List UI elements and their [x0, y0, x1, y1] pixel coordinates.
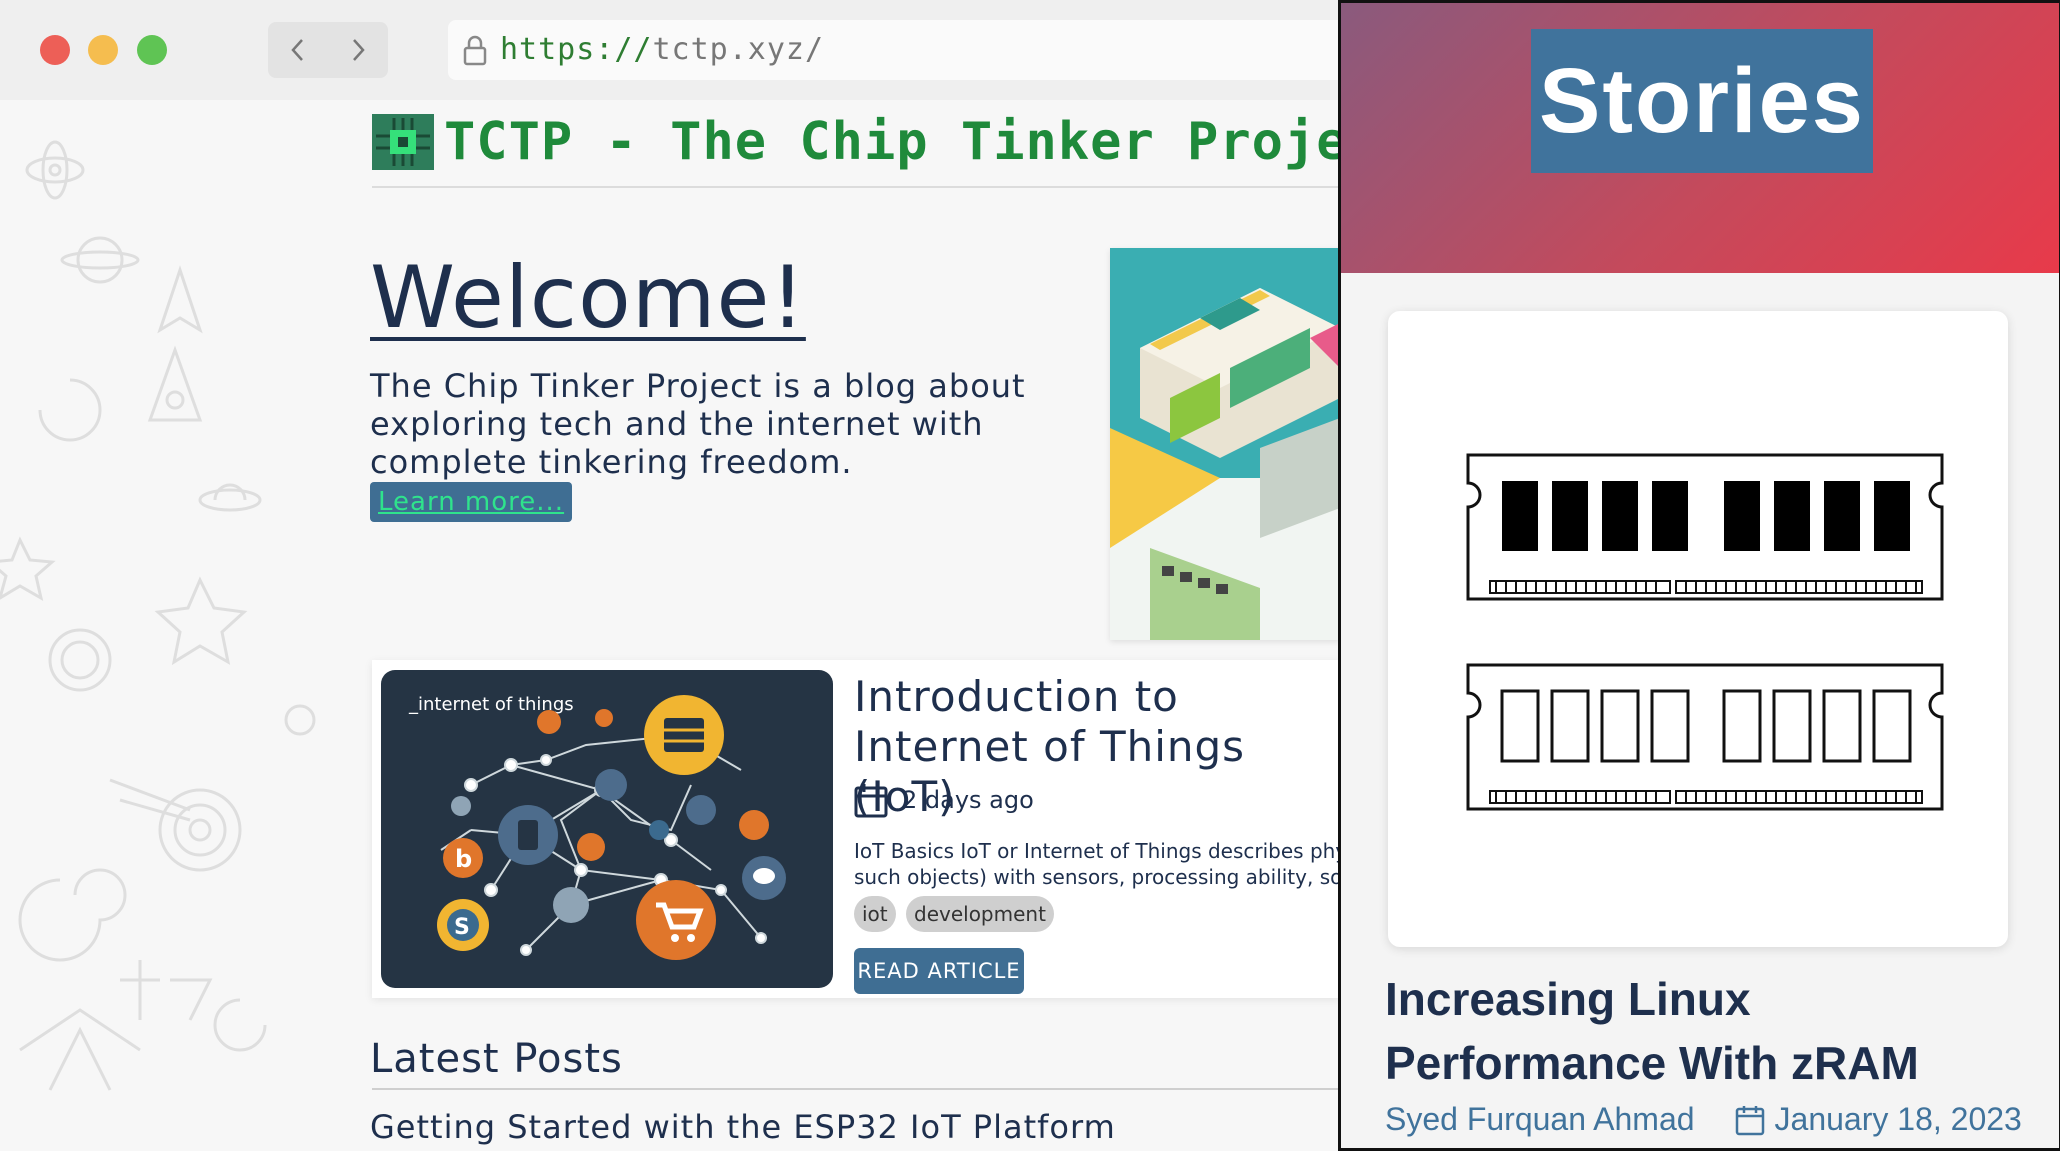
- url-text: https://tctp.xyz/: [500, 32, 824, 67]
- article-date-text: 2 days ago: [902, 786, 1034, 814]
- site-title[interactable]: TCTP - The Chip Tinker Project: [372, 112, 1413, 172]
- read-article-button[interactable]: READ ARTICLE: [854, 948, 1024, 994]
- back-button[interactable]: [268, 22, 328, 78]
- hero-description: The Chip Tinker Project is a blog about …: [370, 367, 1026, 481]
- doodle-background: [0, 100, 360, 1149]
- site-title-text: TCTP - The Chip Tinker Project: [444, 112, 1414, 172]
- story-title[interactable]: Increasing Linux Performance With zRAM: [1385, 967, 2025, 1095]
- url-scheme: https://: [500, 32, 653, 67]
- hero-image: [1110, 248, 1340, 640]
- forward-button[interactable]: [328, 22, 388, 78]
- story-meta: Syed Furquan Ahmad January 18, 2023: [1385, 1101, 2035, 1138]
- article-excerpt-line: such objects) with sensors, processing a…: [854, 865, 1340, 889]
- chevron-right-icon: [353, 39, 365, 61]
- article-date: 2 days ago: [854, 782, 1034, 818]
- story-date-text: January 18, 2023: [1774, 1101, 2022, 1137]
- stories-panel: Stories Increasing Linux Performance Wit…: [1338, 0, 2060, 1151]
- iot-illustration[interactable]: _internet of things b S: [381, 670, 833, 988]
- maximize-window-button[interactable]: [137, 35, 167, 65]
- svg-text:S: S: [454, 915, 470, 940]
- browser-toolbar: https://tctp.xyz/: [0, 0, 1348, 100]
- lock-icon: [463, 35, 487, 66]
- chip-logo-icon: [372, 114, 434, 170]
- latest-posts-divider: [372, 1088, 1340, 1090]
- latest-post-link[interactable]: Getting Started with the ESP32 IoT Platf…: [370, 1108, 1116, 1146]
- tag-development[interactable]: development: [906, 896, 1054, 932]
- story-card[interactable]: [1388, 311, 2008, 947]
- latest-posts-heading: Latest Posts: [370, 1036, 623, 1082]
- article-excerpt: IoT Basics IoT or Internet of Things des…: [854, 838, 1340, 890]
- tag-iot[interactable]: iot: [854, 896, 896, 932]
- close-window-button[interactable]: [40, 35, 70, 65]
- header-divider: [372, 186, 1340, 188]
- minimize-window-button[interactable]: [88, 35, 118, 65]
- calendar-icon: [854, 784, 888, 818]
- calendar-icon: [1735, 1105, 1764, 1135]
- stories-label: Stories: [1531, 29, 1873, 173]
- welcome-heading[interactable]: Welcome!: [370, 248, 806, 348]
- navigation-buttons: [268, 22, 388, 78]
- article-excerpt-line: IoT Basics IoT or Internet of Things des…: [854, 839, 1340, 863]
- chevron-left-icon: [291, 39, 303, 61]
- url-host: tctp.xyz/: [652, 32, 825, 67]
- address-bar[interactable]: https://tctp.xyz/: [448, 20, 1348, 80]
- story-date: January 18, 2023: [1735, 1101, 2022, 1138]
- svg-text:b: b: [455, 845, 472, 873]
- ram-module-icon: [1466, 453, 1944, 811]
- learn-more-link[interactable]: Learn more...: [370, 482, 573, 522]
- story-author[interactable]: Syed Furquan Ahmad: [1385, 1101, 1695, 1138]
